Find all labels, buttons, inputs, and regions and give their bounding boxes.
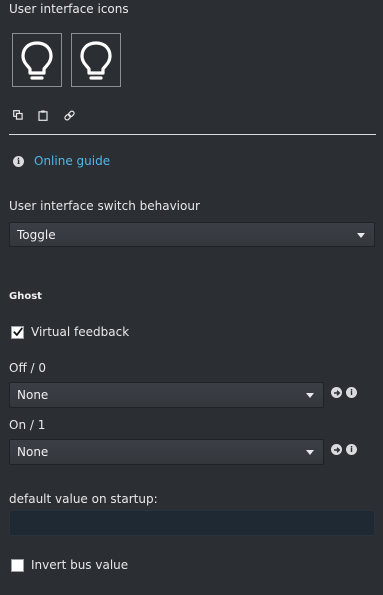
switch-behaviour-value: Toggle (17, 227, 56, 242)
off-select-value: None (17, 388, 49, 402)
info-icon[interactable]: i (346, 387, 357, 398)
ghost-heading: Ghost (9, 291, 42, 302)
info-icon[interactable]: i (346, 444, 357, 455)
icon-slot-2[interactable] (71, 33, 121, 87)
online-guide-link[interactable]: Online guide (34, 154, 110, 168)
chevron-down-icon (357, 232, 365, 238)
startup-value-input[interactable] (9, 510, 375, 536)
divider (9, 134, 376, 135)
chevron-down-icon (306, 393, 314, 398)
paste-icon[interactable] (36, 108, 50, 122)
switch-behaviour-label: User interface switch behaviour (9, 199, 200, 213)
off-select[interactable]: None (9, 382, 324, 408)
online-guide-row[interactable]: i Online guide (13, 154, 110, 168)
info-icon: i (13, 155, 24, 167)
section-title-ui-icons: User interface icons (9, 2, 129, 16)
checkmark-icon (12, 327, 23, 336)
arrow-right-icon[interactable] (331, 444, 342, 455)
arrow-right-icon[interactable] (331, 387, 342, 398)
virtual-feedback-row[interactable]: Virtual feedback (11, 325, 129, 339)
on-select[interactable]: None (9, 439, 324, 465)
virtual-feedback-checkbox[interactable] (11, 325, 24, 339)
on-label: On / 1 (9, 418, 46, 432)
invert-row[interactable]: Invert bus value (11, 558, 128, 572)
chevron-down-icon (306, 450, 314, 455)
virtual-feedback-label: Virtual feedback (31, 325, 130, 339)
startup-label: default value on startup: (9, 492, 158, 506)
icon-slot-1[interactable] (12, 33, 62, 87)
invert-checkbox[interactable] (11, 558, 24, 572)
copy-icon[interactable] (11, 108, 25, 122)
bulb-icon (80, 41, 112, 80)
invert-label: Invert bus value (31, 558, 129, 572)
on-select-value: None (17, 445, 49, 459)
off-label: Off / 0 (9, 361, 47, 375)
bulb-icon (21, 41, 53, 80)
switch-behaviour-select[interactable]: Toggle (9, 222, 375, 247)
link-icon[interactable] (62, 108, 76, 122)
